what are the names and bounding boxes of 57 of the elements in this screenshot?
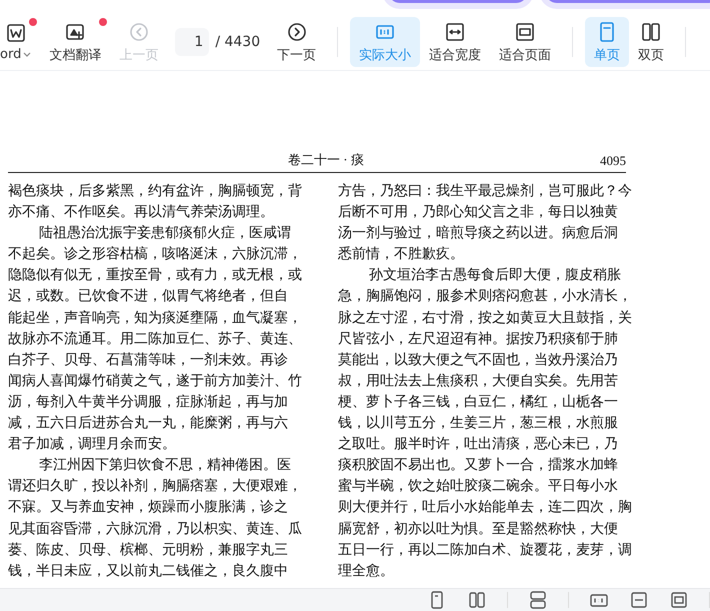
text-line: 白芥子、贝母、石菖蒲等味，一剂未效。再诊 [8,350,289,370]
export-dropdown[interactable]: ord [0,17,40,67]
text-line: 之取吐。服半时许，吐出清痰，恶心未已，乃 [338,435,619,454]
text-line: 梗、萝卜子各三钱，白豆仁，橘红，山栀各一 [338,392,619,412]
text-line: 汤一剂与验过，暗煎导痰之药以进。病愈后洞 [338,224,619,244]
text-line: 不起矣。诊之形容枯槁，咳咯涎沫，六脉沉滞， [8,245,303,264]
text-line: 则大便并行，吐后小水始能单去，连二四次，胸 [338,498,633,518]
text-line: 五日一行，再以二陈加白术、旋覆花，麦芽，调 [338,540,633,560]
running-head: 卷二十一 · 痰 [288,151,364,169]
text-line: 痰积胶固不易出也。又萝卜一合，擂浆水加蜂 [338,456,619,476]
word-icon [4,22,27,44]
fit-width-icon [444,20,466,42]
text-line: 钱，半日未应，又以前丸二钱催之，良久腹中 [8,562,289,581]
text-line: 钱，以川芎五分，生姜三片，葱三根，水煎服 [338,414,619,434]
toolbar-button[interactable]: 适合页面 [490,17,560,67]
text-line: 能起坐，声音响亮，知为痰涎壅隔，血气凝塞， [8,308,303,328]
text-line: 李江州因下第归饮食不思，精神倦困。医 [38,456,292,476]
text-line: 不寐。又与养血安神，烦躁而小腹胀满，诊之 [8,498,289,518]
text-line: 孙文垣治李古愚每食后即大便，腹皮稍胀 [368,266,622,286]
caret-icon [23,52,32,58]
text-line: 故脉亦不流通耳。用二陈加豆仁、苏子、黄连、 [8,330,303,349]
page-total: / 4430 [215,34,260,50]
text-line: 君子加减，调理月余而安。 [8,435,177,454]
toolbar-button[interactable]: 下一页 [268,17,326,67]
text-line: 谓还归久旷，投以补剂，胸膈痞塞，大便艰难， [8,477,303,496]
double-page-icon [640,20,662,42]
page-number-field[interactable]: 1 [175,28,210,56]
text-line: 莫能出，以致大便之气不固也，当效丹溪治乃 [338,350,619,370]
text-line: 后断不可用，乃郎心知父言之非，每日以独黄 [338,203,619,222]
text-line: 脉之左寸涩，右寸滑，按之如黄豆大且鼓指，关 [338,308,633,328]
text-line: 蒌、陈皮、贝母、槟榔、元明粉，兼服字丸三 [8,540,289,560]
text-line: 亦不痛、不作呕矣。再以清气养荣汤调理。 [8,203,275,222]
text-line: 尺皆弦小，左尺迢迢有神。据按乃积痰郁于肺 [338,330,619,349]
text-line: 减，五六日后进苏合丸一丸，能糜粥，再与六 [8,414,289,434]
text-line: 见其面容昏滞，六脉沉滑，乃以枳实、黄连、瓜 [8,520,303,538]
text-line: 悉前情，不胜歉疚。 [338,245,465,264]
fit-page-icon [514,20,536,42]
toolbar-button[interactable]: 文档翻译 [40,17,110,67]
fit-page-icon[interactable] [669,590,689,610]
text-line: 褐色痰块，后多紫黑，约有盆许，胸膈顿宽，背 [8,182,303,201]
double-page-icon[interactable] [467,590,487,610]
page-number: 4095 [600,153,626,169]
text-line: 蜜与半碗，饮之始吐胶痰二碗余。平日每小水 [338,477,619,496]
text-line: 陆祖愚治沈振宇妾患郁痰郁火症，医咸谓 [38,224,292,244]
text-line: 叔，用吐法去上焦痰积，大便自实矣。先用苦 [338,372,619,391]
text-line: 急，胸膈饱闷，服参术则痞闷愈甚，小水清长， [338,287,633,306]
text-line: 膈宽舒，初亦以吐为惧。至是豁然称快，大便 [338,520,619,538]
continuous-pages-icon[interactable] [528,590,548,610]
text-line: 方告，乃怒曰：我生平最忌燥剂，岂可服此？今 [338,182,633,201]
text-line: 迟，或数。已饮食不进，似胃气将绝者，但自 [8,287,289,306]
toolbar-button[interactable]: 双页 [629,17,674,67]
fit-width-icon[interactable] [629,590,649,610]
text-line: 理全愈。 [338,562,395,581]
text-line: 闻病人喜闻爆竹硝黄之气，遂于前方加姜汁、竹 [8,372,303,391]
text-line: 隐隐似有似无，重按至骨，或有力，或无根，或 [8,266,303,286]
toolbar-button[interactable]: 适合宽度 [420,17,490,67]
text-line: 沥，每剂入牛黄半分调服，症脉渐起，再与加 [8,392,289,412]
